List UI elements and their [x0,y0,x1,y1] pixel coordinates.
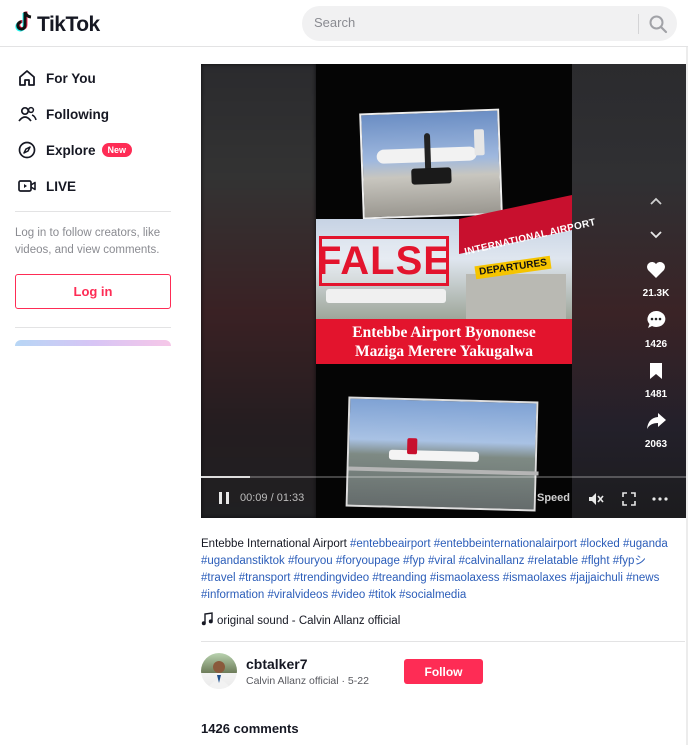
previous-video-button[interactable] [641,194,671,212]
plane-tail [473,129,485,156]
heart-icon [645,260,667,285]
video-player[interactable]: INTERNATIONAL AIRPORT DEPARTURES FALSE E… [201,64,686,518]
video-time: 00:09 / 01:33 [240,492,305,504]
comment-count: 1426 [644,339,668,350]
sidebar-item-following[interactable]: Following [16,102,109,126]
description-text: Entebbe International Airport [201,538,347,550]
sidebar-item-explore[interactable]: Explore New [16,138,133,162]
comment-button[interactable]: 1426 [641,309,671,350]
people-group [411,167,452,185]
plane-tail [406,438,418,455]
like-button[interactable]: 21.3K [641,260,671,299]
mute-icon [587,493,605,510]
video-photo-airplane [359,108,503,220]
login-hint: Log in to follow creators, like videos, … [15,227,161,256]
music-note-icon [201,612,213,629]
sound-link[interactable]: original sound - Calvin Allanz official [201,612,400,629]
top-header: TikTok [0,0,688,47]
video-progress-bar[interactable] [201,476,686,478]
sound-label: original sound - Calvin Allanz official [217,614,401,627]
login-button[interactable]: Log in [15,274,171,309]
author-handle[interactable]: cbtalker7 [246,656,307,672]
video-caption-line: Entebbe Airport Byononese [352,323,536,341]
sidebar-item-live[interactable]: LIVE [16,174,76,198]
sidebar-item-label: Explore [46,142,96,158]
like-count: 21.3K [642,288,670,299]
divider [201,641,685,642]
more-options-button[interactable] [651,491,669,510]
plane-shape [388,449,480,462]
tiktok-note-icon [14,11,34,38]
pause-button[interactable] [217,490,231,509]
search-input[interactable] [314,15,634,30]
avatar[interactable] [201,653,237,689]
sidebar-item-label: For You [46,70,96,86]
new-badge: New [101,143,133,157]
tiktok-logo[interactable]: TikTok [14,11,100,38]
search-icon [646,15,670,40]
share-icon [645,411,667,436]
mute-button[interactable] [587,491,605,510]
bookmark-icon [648,361,664,386]
comment-icon [645,309,667,336]
video-caption-strip: Entebbe Airport Byononese Maziga Merere … [316,319,572,364]
plane-shape [326,289,446,303]
users-icon [16,103,38,125]
live-icon [16,175,38,197]
share-button[interactable]: 2063 [641,411,671,450]
comments-count: 1426 comments [201,721,299,736]
search-bar [302,6,677,41]
chevron-down-icon [648,228,664,246]
false-stamp: FALSE [317,236,451,286]
video-photo-runway [345,396,539,512]
compass-icon [16,139,38,161]
runway-line [348,466,539,476]
author-subline: Calvin Allanz official · 5-22 [246,675,369,687]
sidebar-divider [15,211,171,212]
video-description: Entebbe International Airport #entebbeai… [201,536,681,604]
fullscreen-button[interactable] [621,491,637,510]
follow-button[interactable]: Follow [404,659,483,684]
sidebar-item-for-you[interactable]: For You [16,66,96,90]
video-blur-left [201,64,316,518]
save-button[interactable]: 1481 [641,361,671,400]
pause-icon [217,492,231,509]
false-stamp-text: FALSE [317,238,451,283]
speed-button[interactable]: Speed [537,492,570,504]
chevron-up-icon [648,194,664,212]
home-icon [16,67,38,89]
search-divider [638,14,639,34]
sidebar-divider [15,327,171,328]
fullscreen-icon [621,492,637,510]
search-button[interactable] [646,12,670,36]
logo-text: TikTok [37,12,100,36]
sidebar-item-label: LIVE [46,178,77,194]
video-progress-fill [201,476,250,478]
more-dots-icon [651,497,669,510]
terminal-building [466,274,566,319]
next-video-button[interactable] [641,228,671,246]
share-count: 2063 [644,439,668,450]
sidebar-promo-banner[interactable] [15,340,171,346]
video-caption-line: Maziga Merere Yakugalwa [355,342,533,360]
save-count: 1481 [644,389,668,400]
sidebar-item-label: Following [46,106,109,122]
